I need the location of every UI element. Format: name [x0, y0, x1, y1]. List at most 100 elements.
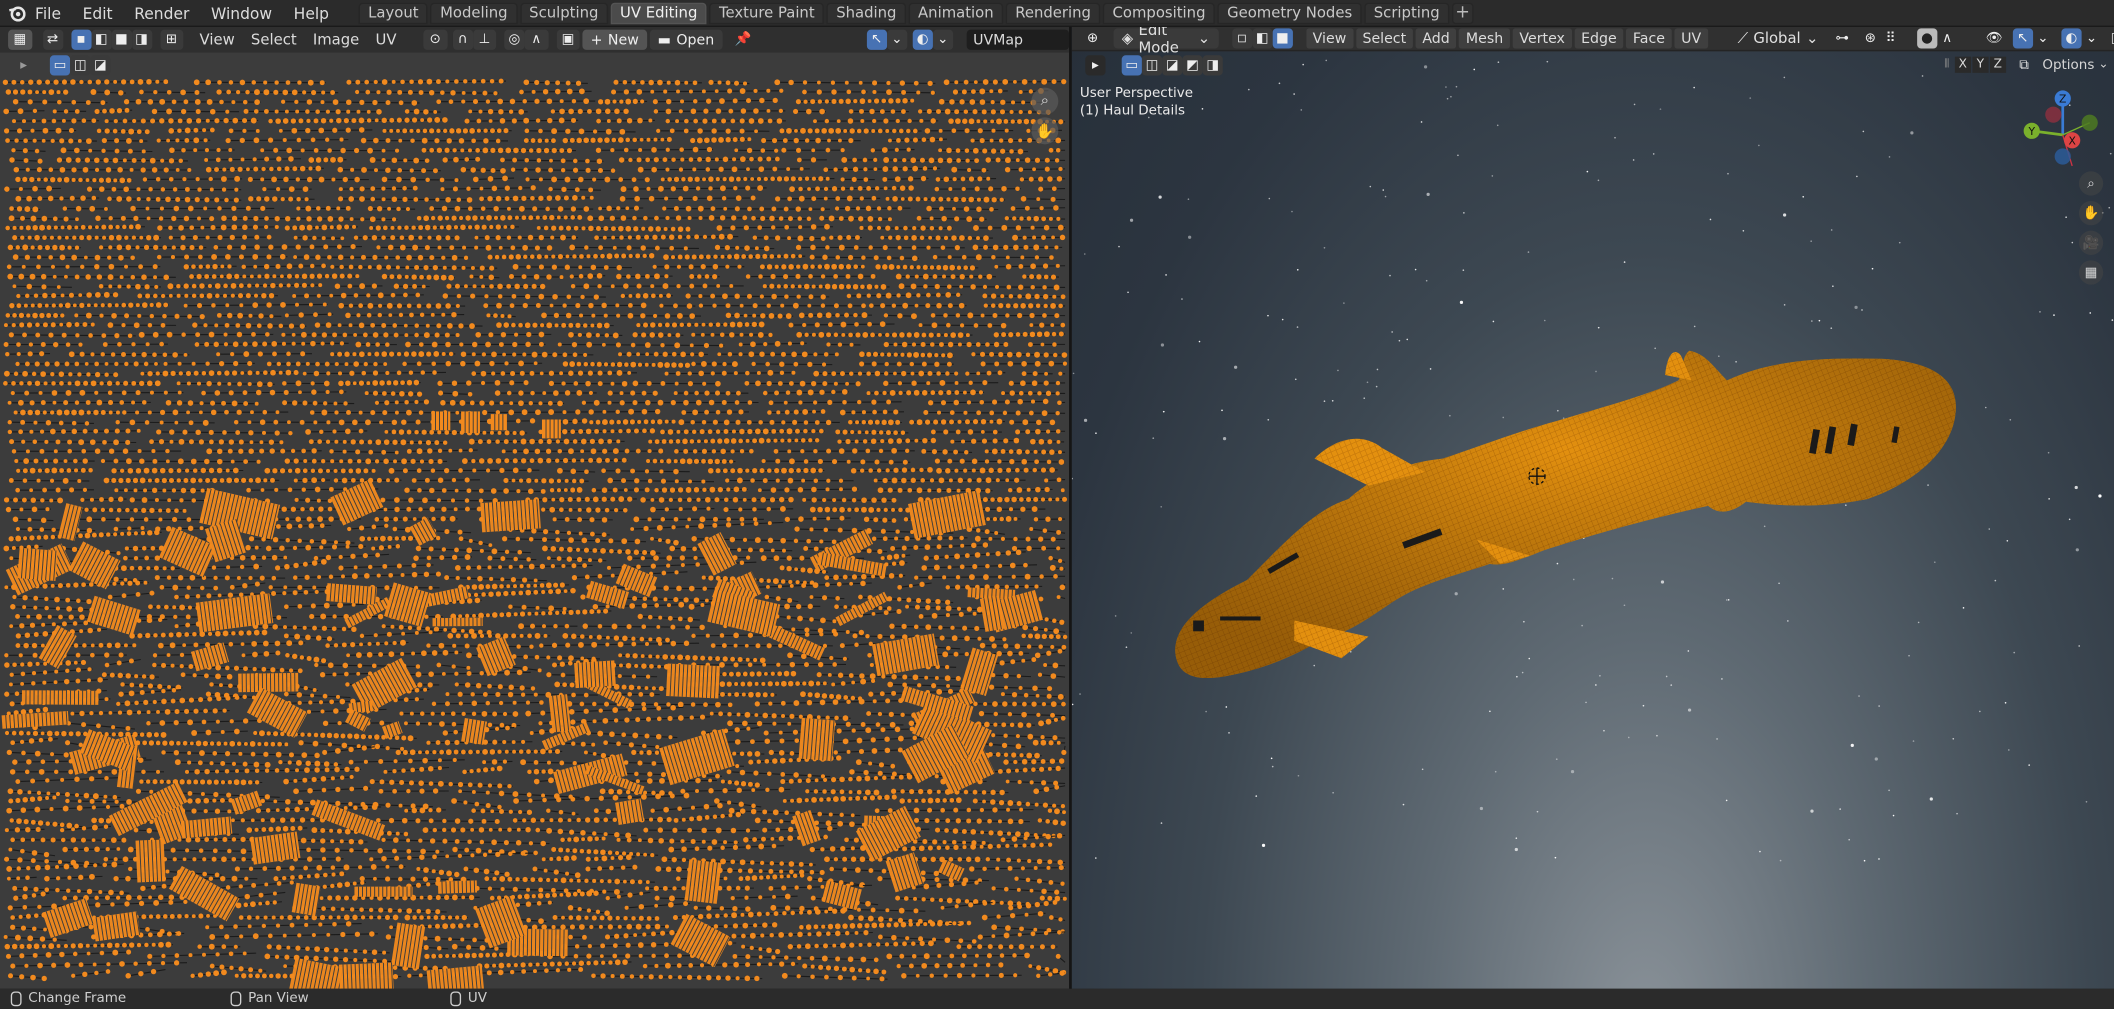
vp-gizmo-icon[interactable]: ↖	[2012, 28, 2033, 49]
mode-dropdown[interactable]: ◈ Edit Mode ⌄	[1113, 27, 1219, 56]
face-select-icon[interactable]: ■	[111, 29, 132, 50]
falloff-curve-icon[interactable]: ∧	[1937, 28, 1957, 48]
uv-canvas[interactable]	[0, 77, 1069, 989]
edge-select-icon[interactable]: ◧	[91, 29, 112, 50]
snap-icon[interactable]: ∩	[452, 29, 473, 50]
sticky-selection-icon[interactable]: ⊞	[159, 29, 184, 50]
chevron-down-icon: ⌄	[1197, 29, 1211, 48]
xray-icon[interactable]: ◫	[2107, 28, 2114, 48]
new-image-button[interactable]: + New	[582, 29, 647, 50]
axis-gizmo[interactable]: Z Y X	[2016, 88, 2110, 182]
vp-menu-uv[interactable]: UV	[1674, 28, 1708, 49]
vp-select-intersect-icon[interactable]: ◨	[1202, 54, 1223, 75]
snap-toggle-icon[interactable]: ⊛	[1860, 28, 1880, 48]
zoom-icon[interactable]: ⌕	[1031, 87, 1059, 115]
tab-modeling[interactable]: Modeling	[430, 2, 518, 24]
tab-sculpting[interactable]: Sculpting	[519, 2, 608, 24]
vp-tool-toggle-icon[interactable]: ▸	[1085, 54, 1106, 75]
overlay-toggle-icon[interactable]: ◐	[912, 29, 933, 50]
vp-overlay-dropdown-icon[interactable]: ⌄	[2081, 28, 2101, 48]
axis-z-toggle[interactable]: Z	[1989, 56, 2006, 73]
vp-menu-edge[interactable]: Edge	[1574, 28, 1624, 49]
vp-pan-hand-icon[interactable]: ✋	[2078, 200, 2104, 226]
falloff-icon[interactable]: ∧	[524, 29, 549, 50]
vp-menu-vertex[interactable]: Vertex	[1512, 28, 1572, 49]
menu-file[interactable]: File	[30, 0, 72, 26]
uvmap-field[interactable]: UVMap	[966, 29, 1070, 50]
vp-gizmo-dropdown-icon[interactable]: ⌄	[2033, 28, 2053, 48]
viewport-editor-type-icon[interactable]: ⊕	[1083, 28, 1103, 48]
uv-menu-select[interactable]: Select	[243, 31, 305, 49]
gizmo-toggle-icon[interactable]: ↖	[866, 29, 887, 50]
gizmo-dropdown-icon[interactable]: ⌄	[886, 29, 908, 50]
vp-zoom-icon[interactable]: ⌕	[2078, 171, 2104, 196]
vp-select-extend-icon[interactable]: ◫	[1141, 54, 1163, 75]
vp-select-invert-icon[interactable]: ◩	[1182, 54, 1203, 75]
select-box-icon[interactable]: ▭	[49, 54, 71, 75]
top-bar: File Edit Render Window Help Layout Mode…	[0, 0, 2114, 27]
tool-toggle-icon[interactable]: ▸	[13, 55, 33, 75]
uv-menu-uv[interactable]: UV	[367, 31, 404, 49]
tab-uv-editing[interactable]: UV Editing	[610, 2, 707, 24]
menu-edit[interactable]: Edit	[72, 0, 124, 26]
mouse-right-icon	[450, 991, 462, 1007]
tab-compositing[interactable]: Compositing	[1103, 2, 1215, 24]
visibility-icon[interactable]: 👁	[1984, 28, 2004, 48]
overlay-dropdown-icon[interactable]: ⌄	[932, 29, 953, 50]
mesh-tools-icon[interactable]: ⧉	[2014, 55, 2034, 75]
island-select-icon[interactable]: ◨	[131, 29, 152, 50]
3d-viewport[interactable]: ⊕ ◈ Edit Mode ⌄ ◽ ◧ ■ View Select Add Me…	[1071, 26, 2114, 989]
blender-window: File Edit Render Window Help Layout Mode…	[0, 0, 2114, 1009]
select-subtract-icon[interactable]: ◪	[90, 54, 111, 75]
pan-hand-icon[interactable]: ✋	[1031, 117, 1059, 145]
tab-texture-paint[interactable]: Texture Paint	[709, 2, 825, 24]
uv-menu-image[interactable]: Image	[305, 31, 368, 49]
sync-selection-icon[interactable]: ⇄	[42, 29, 63, 50]
tab-animation[interactable]: Animation	[908, 2, 1004, 24]
status-bar: Change Frame Pan View UV	[0, 988, 2114, 1009]
vertex-select-icon[interactable]: ▪	[70, 29, 92, 50]
tab-scripting[interactable]: Scripting	[1364, 2, 1450, 24]
add-workspace-button[interactable]: +	[1451, 2, 1474, 24]
axis-x-toggle[interactable]: X	[1954, 56, 1971, 73]
snap-target-icon[interactable]: ⊥	[472, 29, 497, 50]
vp-menu-face[interactable]: Face	[1626, 28, 1672, 49]
open-image-button[interactable]: ▬ Open	[649, 29, 723, 50]
vp-menu-add[interactable]: Add	[1415, 28, 1457, 49]
pivot-point-icon[interactable]: ⊶	[1832, 28, 1852, 48]
menu-help[interactable]: Help	[283, 0, 340, 26]
plus-icon: +	[590, 31, 603, 48]
grid-view-icon[interactable]: ▦	[2078, 260, 2104, 285]
uv-menu-view[interactable]: View	[191, 31, 242, 49]
tab-geometry-nodes[interactable]: Geometry Nodes	[1217, 2, 1362, 24]
vp-menu-select[interactable]: Select	[1355, 28, 1413, 49]
camera-icon[interactable]: 🎥	[2078, 230, 2104, 255]
face-mode-icon[interactable]: ■	[1272, 28, 1293, 49]
tab-layout[interactable]: Layout	[358, 2, 428, 24]
orientation-dropdown[interactable]: ⟋ Global ⌄	[1729, 28, 1826, 48]
proportional-editing-icon[interactable]: ●	[1916, 28, 1938, 49]
axis-y-toggle[interactable]: Y	[1972, 56, 1989, 73]
snap-grid-icon[interactable]: ⠿	[1881, 28, 1901, 48]
options-menu[interactable]: Options	[2042, 57, 2094, 72]
chevron-down-icon: ⌄	[2098, 58, 2109, 72]
tab-shading[interactable]: Shading	[826, 2, 906, 24]
vp-overlay-icon[interactable]: ◐	[2061, 28, 2082, 49]
pivot-icon[interactable]: ⊙	[423, 29, 448, 50]
orientation-icon: ⟋	[1737, 29, 1748, 47]
edge-mode-icon[interactable]: ◧	[1252, 28, 1273, 49]
vp-menu-mesh[interactable]: Mesh	[1459, 28, 1510, 49]
vertex-mode-icon[interactable]: ◽	[1231, 28, 1253, 49]
image-browse-icon[interactable]: ▣	[556, 29, 580, 50]
tab-rendering[interactable]: Rendering	[1005, 2, 1101, 24]
vp-select-new-icon[interactable]: ▭	[1121, 54, 1142, 75]
editor-type-icon[interactable]: ▦	[8, 29, 32, 50]
pin-icon[interactable]: 📌	[733, 30, 753, 50]
menu-render[interactable]: Render	[123, 0, 200, 26]
proportional-edit-icon[interactable]: ◎	[504, 29, 525, 50]
vp-menu-view[interactable]: View	[1305, 28, 1354, 49]
blender-logo-icon[interactable]	[3, 0, 30, 26]
menu-window[interactable]: Window	[200, 0, 283, 26]
vp-select-subtract-icon[interactable]: ◪	[1162, 54, 1183, 75]
select-extend-icon[interactable]: ◫	[70, 54, 91, 75]
